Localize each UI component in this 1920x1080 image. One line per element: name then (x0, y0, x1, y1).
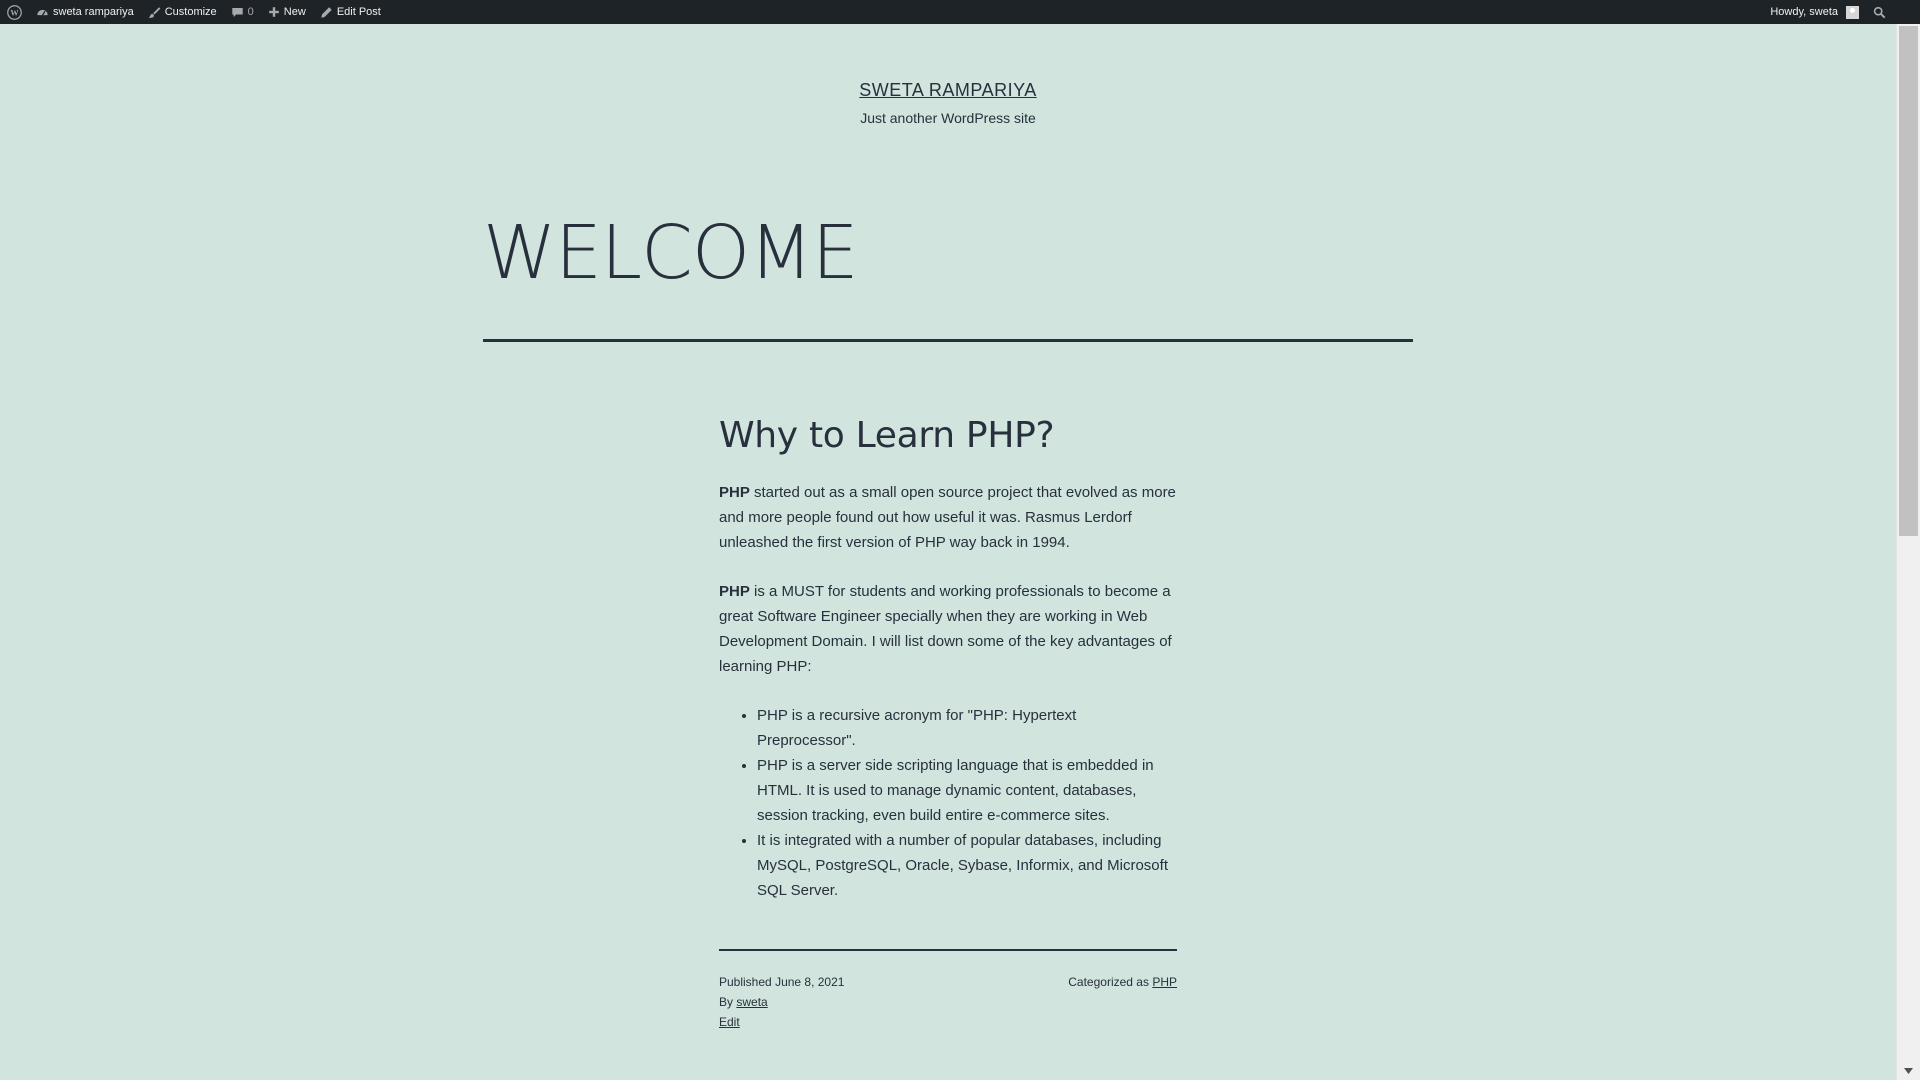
svg-text:W: W (10, 8, 19, 17)
paragraph-2: PHP is a MUST for students and working p… (719, 579, 1179, 679)
comments-count: 0 (247, 6, 254, 18)
paragraph-2-bold: PHP (719, 583, 750, 600)
advantages-list: PHP is a recursive acronym for "PHP: Hyp… (719, 703, 1179, 903)
byline: By sweta (719, 992, 844, 1012)
paragraph-2-text: is a MUST for students and working profe… (719, 583, 1172, 675)
admin-search-button[interactable] (1866, 0, 1920, 24)
site-name-menu[interactable]: sweta rampariya (29, 0, 141, 24)
wordpress-logo-icon: W (7, 4, 22, 20)
edit-link[interactable]: Edit (719, 1015, 740, 1029)
site-title-link[interactable]: SWETA RAMPARIYA (859, 80, 1037, 100)
list-item: PHP is a server side scripting language … (757, 753, 1179, 828)
pencil-icon (321, 6, 332, 18)
paintbrush-icon (148, 6, 161, 18)
site-name-label: sweta rampariya (53, 6, 134, 18)
vertical-scrollbar[interactable] (1896, 24, 1920, 1080)
by-label: By (719, 995, 734, 1009)
author-link[interactable]: sweta (736, 995, 767, 1009)
paragraph-1-text: started out as a small open source proje… (719, 484, 1176, 551)
search-icon (1873, 6, 1886, 18)
my-account-menu[interactable]: Howdy, sweta (1763, 0, 1866, 24)
published-label: Published (719, 975, 772, 989)
customize-label: Customize (164, 6, 217, 18)
paragraph-1-bold: PHP (719, 484, 750, 501)
edit-post-label: Edit Post (336, 6, 381, 18)
scrollbar-thumb[interactable] (1899, 26, 1918, 536)
entry-footer-divider (719, 949, 1177, 951)
post-content: Why to Learn PHP? PHP started out as a s… (719, 412, 1179, 903)
comments-button[interactable]: 0 (224, 0, 261, 24)
list-item: PHP is a recursive acronym for "PHP: Hyp… (757, 703, 1179, 753)
paragraph-1: PHP started out as a small open source p… (719, 480, 1179, 555)
new-content-button[interactable]: New (261, 0, 313, 24)
published-line: Published June 8, 2021 (719, 972, 844, 992)
scroll-down-arrow-icon[interactable] (1897, 1062, 1920, 1080)
customize-button[interactable]: Customize (141, 0, 224, 24)
comment-bubble-icon (231, 7, 243, 17)
howdy-label: Howdy, sweta (1770, 6, 1838, 18)
published-date[interactable]: June 8, 2021 (775, 975, 844, 989)
dashboard-gauge-icon (37, 9, 48, 15)
entry-meta-left: Published June 8, 2021 By sweta Edit (719, 972, 844, 1032)
category-link[interactable]: PHP (1152, 975, 1177, 989)
list-item: It is integrated with a number of popula… (757, 828, 1179, 903)
site-description: Just another WordPress site (860, 110, 1036, 126)
entry-meta-right: Categorized as PHP (1068, 972, 1177, 992)
admin-bar: W sweta rampariya Customize 0 New Edit P… (0, 0, 1920, 24)
categorized-label: Categorized as (1068, 975, 1149, 989)
admin-bar-left: W sweta rampariya Customize 0 New Edit P… (0, 0, 388, 24)
plus-icon (268, 7, 279, 17)
title-divider (483, 339, 1413, 342)
new-label: New (283, 6, 306, 18)
admin-bar-right: Howdy, sweta (1763, 0, 1920, 24)
edit-post-button[interactable]: Edit Post (313, 0, 388, 24)
site-title: SWETA RAMPARIYA (0, 80, 1896, 101)
page-title: WELCOME (483, 210, 859, 296)
avatar (1846, 5, 1859, 19)
edit-line: Edit (719, 1012, 844, 1032)
post-heading: Why to Learn PHP? (719, 415, 1055, 456)
wordpress-logo-button[interactable]: W (0, 0, 29, 24)
